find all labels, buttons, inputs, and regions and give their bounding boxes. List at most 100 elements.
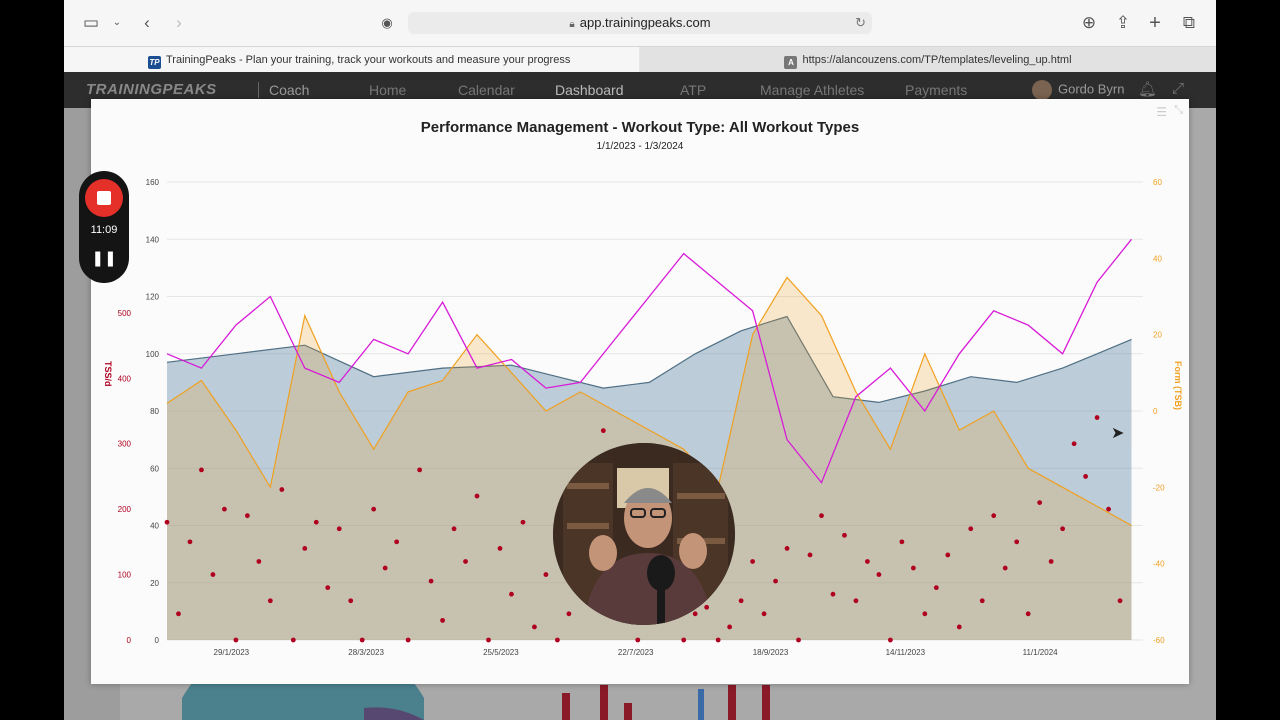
tss-point [922, 611, 928, 617]
y-form-tick-label: 20 [1153, 331, 1162, 340]
pause-recording-button[interactable]: ❚❚ [79, 249, 129, 267]
y-tss-tick-label: 200 [118, 505, 132, 514]
stop-recording-button[interactable] [85, 179, 123, 217]
x-tick-label: 14/11/2023 [886, 648, 926, 657]
tss-point [176, 611, 181, 617]
tss-point [371, 506, 377, 512]
tss-point [428, 578, 434, 584]
tss-point [899, 539, 905, 545]
download-icon[interactable]: ⊕ [1078, 12, 1100, 34]
y-inner-tick-label: 40 [150, 522, 159, 531]
y-form-tick-label: 40 [1153, 254, 1162, 263]
tss-point [910, 565, 916, 571]
x-tick-label: 11/1/2024 [1023, 648, 1059, 657]
nav-manage-athletes[interactable]: Manage Athletes [760, 82, 864, 98]
url-text: app.trainingpeaks.com [579, 15, 711, 30]
tss-point [876, 572, 882, 577]
mouse-cursor-icon: ➤ [1111, 425, 1125, 442]
y-tss-tick-label: 500 [118, 309, 132, 318]
tss-point [635, 637, 641, 643]
nav-home[interactable]: Home [369, 82, 406, 98]
chevron-down-icon[interactable]: ⌄ [106, 12, 128, 34]
tss-point [267, 598, 273, 604]
tss-point [543, 572, 549, 577]
tss-point [1117, 598, 1123, 604]
recording-time: 11:09 [90, 224, 118, 236]
screen-recorder-widget: 11:09 ❚❚ [79, 171, 129, 283]
y-inner-tick-label: 100 [146, 350, 160, 359]
nav-payments[interactable]: Payments [905, 82, 967, 98]
tss-point [244, 513, 250, 519]
password-icon[interactable]: ◉ [376, 12, 398, 34]
x-tick-label: 18/9/2023 [753, 648, 789, 657]
y-form-tick-label: 60 [1153, 178, 1162, 187]
x-tick-label: 22/7/2023 [618, 648, 654, 657]
browser-toolbar: ▭ ⌄ ‹ › ◉ 🔒︎ app.trainingpeaks.com ↻ ⊕ ⇪ … [64, 0, 1216, 46]
tss-point [256, 559, 262, 564]
tss-point [302, 546, 308, 551]
tss-point [761, 611, 767, 617]
sidebar-icon[interactable]: ▭ [80, 12, 102, 34]
tss-point [1037, 500, 1043, 505]
tss-point [164, 519, 170, 525]
tss-point [727, 624, 733, 630]
y-form-tick-label: 0 [1153, 407, 1158, 416]
tss-point [979, 598, 985, 604]
tab-trainingpeaks[interactable]: TP TrainingPeaks - Plan your training, tr… [64, 47, 639, 73]
tss-point [463, 559, 468, 564]
tss-point [1060, 526, 1066, 532]
expand-icon[interactable]: ⤢ [1172, 80, 1184, 97]
tab-title: TrainingPeaks - Plan your training, trac… [166, 54, 571, 66]
reload-icon[interactable]: ↻ [855, 12, 866, 34]
tss-point [773, 578, 778, 584]
new-tab-icon[interactable]: + [1144, 12, 1166, 34]
tss-point [405, 637, 411, 643]
tss-point [1014, 539, 1020, 545]
nav-atp[interactable]: ATP [680, 82, 706, 98]
back-icon[interactable]: ‹ [136, 12, 158, 34]
tss-point [796, 637, 801, 643]
user-menu[interactable]: Gordo Byrn [1032, 80, 1124, 100]
chart-expand-icon[interactable]: ⤡ [1174, 104, 1183, 117]
nav-dashboard[interactable]: Dashboard [555, 82, 624, 98]
tss-point [750, 559, 755, 564]
share-icon[interactable]: ⇪ [1112, 12, 1134, 34]
tss-point [279, 487, 285, 492]
tss-point [486, 637, 491, 643]
y-form-tick-label: -40 [1153, 560, 1165, 569]
tss-point [348, 598, 354, 604]
tss-point [1002, 565, 1008, 571]
tss-point [210, 572, 216, 577]
y-inner-tick-label: 120 [146, 293, 160, 302]
tss-point [497, 546, 503, 551]
address-bar[interactable]: 🔒︎ app.trainingpeaks.com ↻ [408, 12, 872, 34]
x-tick-label: 25/5/2023 [483, 648, 519, 657]
y-tss-tick-label: 300 [118, 440, 132, 449]
tab-alancouzens[interactable]: Ahttps://alancouzens.com/TP/templates/le… [640, 47, 1216, 73]
tss-point [968, 526, 974, 532]
tss-point [1048, 559, 1054, 564]
trainingpeaks-logo[interactable]: TRAININGPEAKS [86, 81, 217, 98]
chart-menu-icon[interactable]: ☰ [1156, 105, 1167, 119]
tss-point [313, 519, 319, 525]
lock-icon: 🔒︎ [569, 19, 575, 30]
tss-point [474, 493, 480, 499]
tss-point [600, 428, 606, 434]
y-form-tick-label: -20 [1153, 483, 1165, 492]
y-form-tick-label: -60 [1153, 636, 1165, 645]
forward-icon[interactable]: › [168, 12, 190, 34]
tss-point [807, 552, 813, 558]
tss-point [187, 539, 193, 545]
y-inner-tick-label: 60 [150, 464, 159, 473]
avatar [1032, 80, 1052, 100]
chart-title: Performance Management - Workout Type: A… [420, 119, 860, 136]
bell-icon[interactable]: 🔔︎ [1138, 80, 1157, 98]
nav-calendar[interactable]: Calendar [458, 82, 515, 98]
tabs-overview-icon[interactable]: ⧉ [1178, 12, 1200, 34]
tss-point [1106, 506, 1111, 512]
coach-label: Coach [258, 82, 309, 98]
tss-point [681, 637, 687, 643]
tss-point [566, 611, 572, 617]
tss-point [784, 546, 790, 551]
tss-point [933, 585, 939, 591]
